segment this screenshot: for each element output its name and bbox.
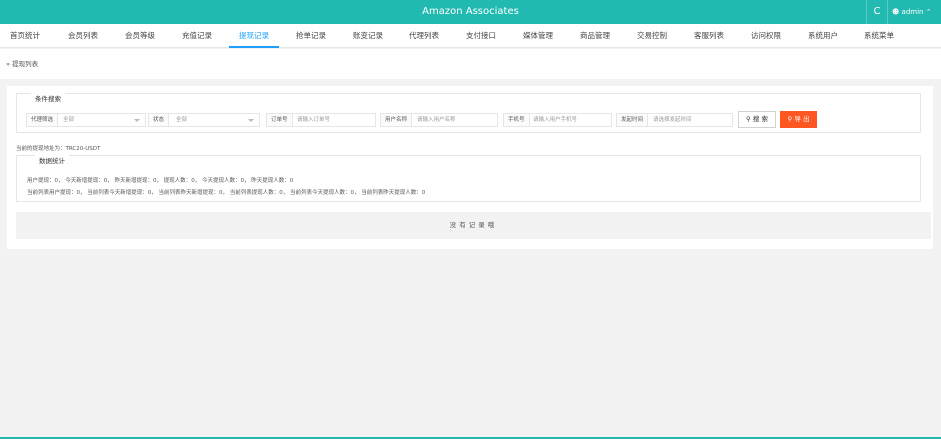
- status-select[interactable]: 状态 全部: [148, 113, 260, 127]
- nav-item-system-menu[interactable]: 系统菜单: [864, 24, 894, 48]
- chevron-down-icon: [134, 119, 140, 122]
- stats-line-total: 用户提现：0， 今天新增提现：0， 昨天新增提现：0， 提现人数：0， 今天提现…: [27, 178, 294, 184]
- order-number-label: 订单号: [267, 114, 293, 126]
- user-icon: ☻: [892, 8, 900, 16]
- export-button-label: 导 出: [794, 115, 810, 123]
- breadcrumb: » 提现列表: [0, 49, 941, 79]
- main-panel: 条件搜索 代理筛选 全部 状态 全部 订单号 请输入订单号 用户名称 请输入用户…: [7, 86, 933, 249]
- agent-filter-value: 全部: [63, 117, 75, 123]
- search-fieldset: 条件搜索 代理筛选 全部 状态 全部 订单号 请输入订单号 用户名称 请输入用户…: [16, 93, 921, 133]
- chevron-down-icon: [248, 119, 254, 122]
- search-legend: 条件搜索: [31, 93, 65, 103]
- nav-item-media-mgmt[interactable]: 媒体管理: [523, 24, 553, 48]
- search-button[interactable]: ⚲ 搜 索: [738, 111, 776, 128]
- main-nav: 首页统计 会员列表 会员等级 充值记录 提现记录 抢单记录 账变记录 代理列表 …: [0, 24, 941, 48]
- time-placeholder: 请选择发起时间: [653, 117, 692, 123]
- breadcrumb-text: » 提现列表: [6, 60, 39, 68]
- account-name-input[interactable]: 用户名称 请输入用户名称: [380, 113, 498, 127]
- app-title: Amazon Associates: [422, 6, 519, 17]
- account-name-label: 用户名称: [381, 114, 413, 126]
- stats-line-current-list: 当前列表用户提现：0， 当前列表今天新增提现：0， 当前列表昨天新增提现：0， …: [27, 190, 426, 196]
- search-button-label: 搜 索: [752, 115, 768, 123]
- nav-item-home-stats[interactable]: 首页统计: [10, 24, 40, 48]
- empty-records-message: 没有记录哦: [16, 212, 931, 239]
- order-number-input[interactable]: 订单号 请输入订单号: [266, 113, 376, 127]
- nav-item-recharge-records[interactable]: 充值记录: [182, 24, 212, 48]
- nav-item-trade-control[interactable]: 交易控制: [637, 24, 667, 48]
- user-menu[interactable]: ☻ admin ⌃: [892, 0, 941, 24]
- phone-input[interactable]: 手机号 请输入用户手机号: [503, 113, 612, 127]
- nav-item-product-mgmt[interactable]: 商品管理: [580, 24, 610, 48]
- nav-item-member-level[interactable]: 会员等级: [125, 24, 155, 48]
- agent-filter-label: 代理筛选: [27, 114, 59, 126]
- nav-item-member-list[interactable]: 会员列表: [68, 24, 98, 48]
- nav-item-service-list[interactable]: 客服列表: [694, 24, 724, 48]
- nav-item-withdraw-records[interactable]: 提现记录: [239, 24, 269, 48]
- refresh-icon[interactable]: C: [866, 0, 888, 24]
- nav-item-agent-list[interactable]: 代理列表: [409, 24, 439, 48]
- search-icon: ⚲: [787, 115, 793, 123]
- search-icon: ⚲: [746, 115, 751, 123]
- user-name: admin: [901, 8, 924, 16]
- top-bar: Amazon Associates C ☻ admin ⌃: [0, 0, 941, 24]
- phone-placeholder: 请输入用户手机号: [533, 117, 578, 123]
- stats-legend: 数据统计: [35, 155, 69, 165]
- withdraw-address-note: 当前的提现地址为：TRC20-USDT: [16, 146, 101, 152]
- account-name-placeholder: 请输入用户名称: [417, 117, 456, 123]
- order-number-placeholder: 请输入订单号: [297, 117, 331, 123]
- export-button[interactable]: ⚲ 导 出: [780, 111, 817, 128]
- nav-item-system-users[interactable]: 系统用户: [808, 24, 838, 48]
- nav-item-grab-records[interactable]: 抢单记录: [296, 24, 326, 48]
- active-tab-indicator: [229, 46, 279, 48]
- breadcrumb-arrow-icon: »: [6, 60, 10, 68]
- agent-filter-select[interactable]: 代理筛选 全部: [26, 113, 146, 127]
- chevron-up-icon: ⌃: [925, 8, 932, 16]
- time-input[interactable]: 发起时间 请选择发起时间: [616, 113, 733, 127]
- status-value: 全部: [176, 117, 188, 123]
- phone-label: 手机号: [504, 114, 530, 126]
- status-label: 状态: [149, 114, 170, 126]
- nav-item-balance-records[interactable]: 账变记录: [353, 24, 383, 48]
- stats-fieldset: 数据统计 用户提现：0， 今天新增提现：0， 昨天新增提现：0， 提现人数：0，…: [16, 155, 921, 202]
- time-label: 发起时间: [617, 114, 649, 126]
- nav-item-access-rights[interactable]: 访问权限: [751, 24, 781, 48]
- nav-item-payment-api[interactable]: 支付接口: [466, 24, 496, 48]
